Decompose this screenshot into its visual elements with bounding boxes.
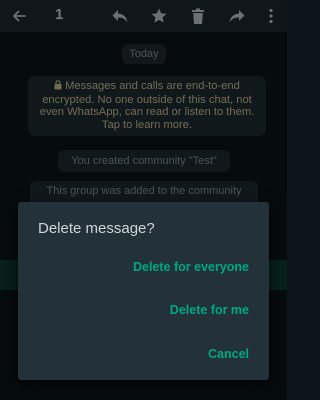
cancel-button[interactable]: Cancel — [208, 347, 249, 361]
delete-message-dialog: Delete message? Delete for everyone Dele… — [18, 202, 269, 380]
delete-for-everyone-button[interactable]: Delete for everyone — [133, 260, 249, 274]
dialog-title: Delete message? — [38, 220, 155, 237]
delete-for-me-button[interactable]: Delete for me — [170, 303, 249, 317]
